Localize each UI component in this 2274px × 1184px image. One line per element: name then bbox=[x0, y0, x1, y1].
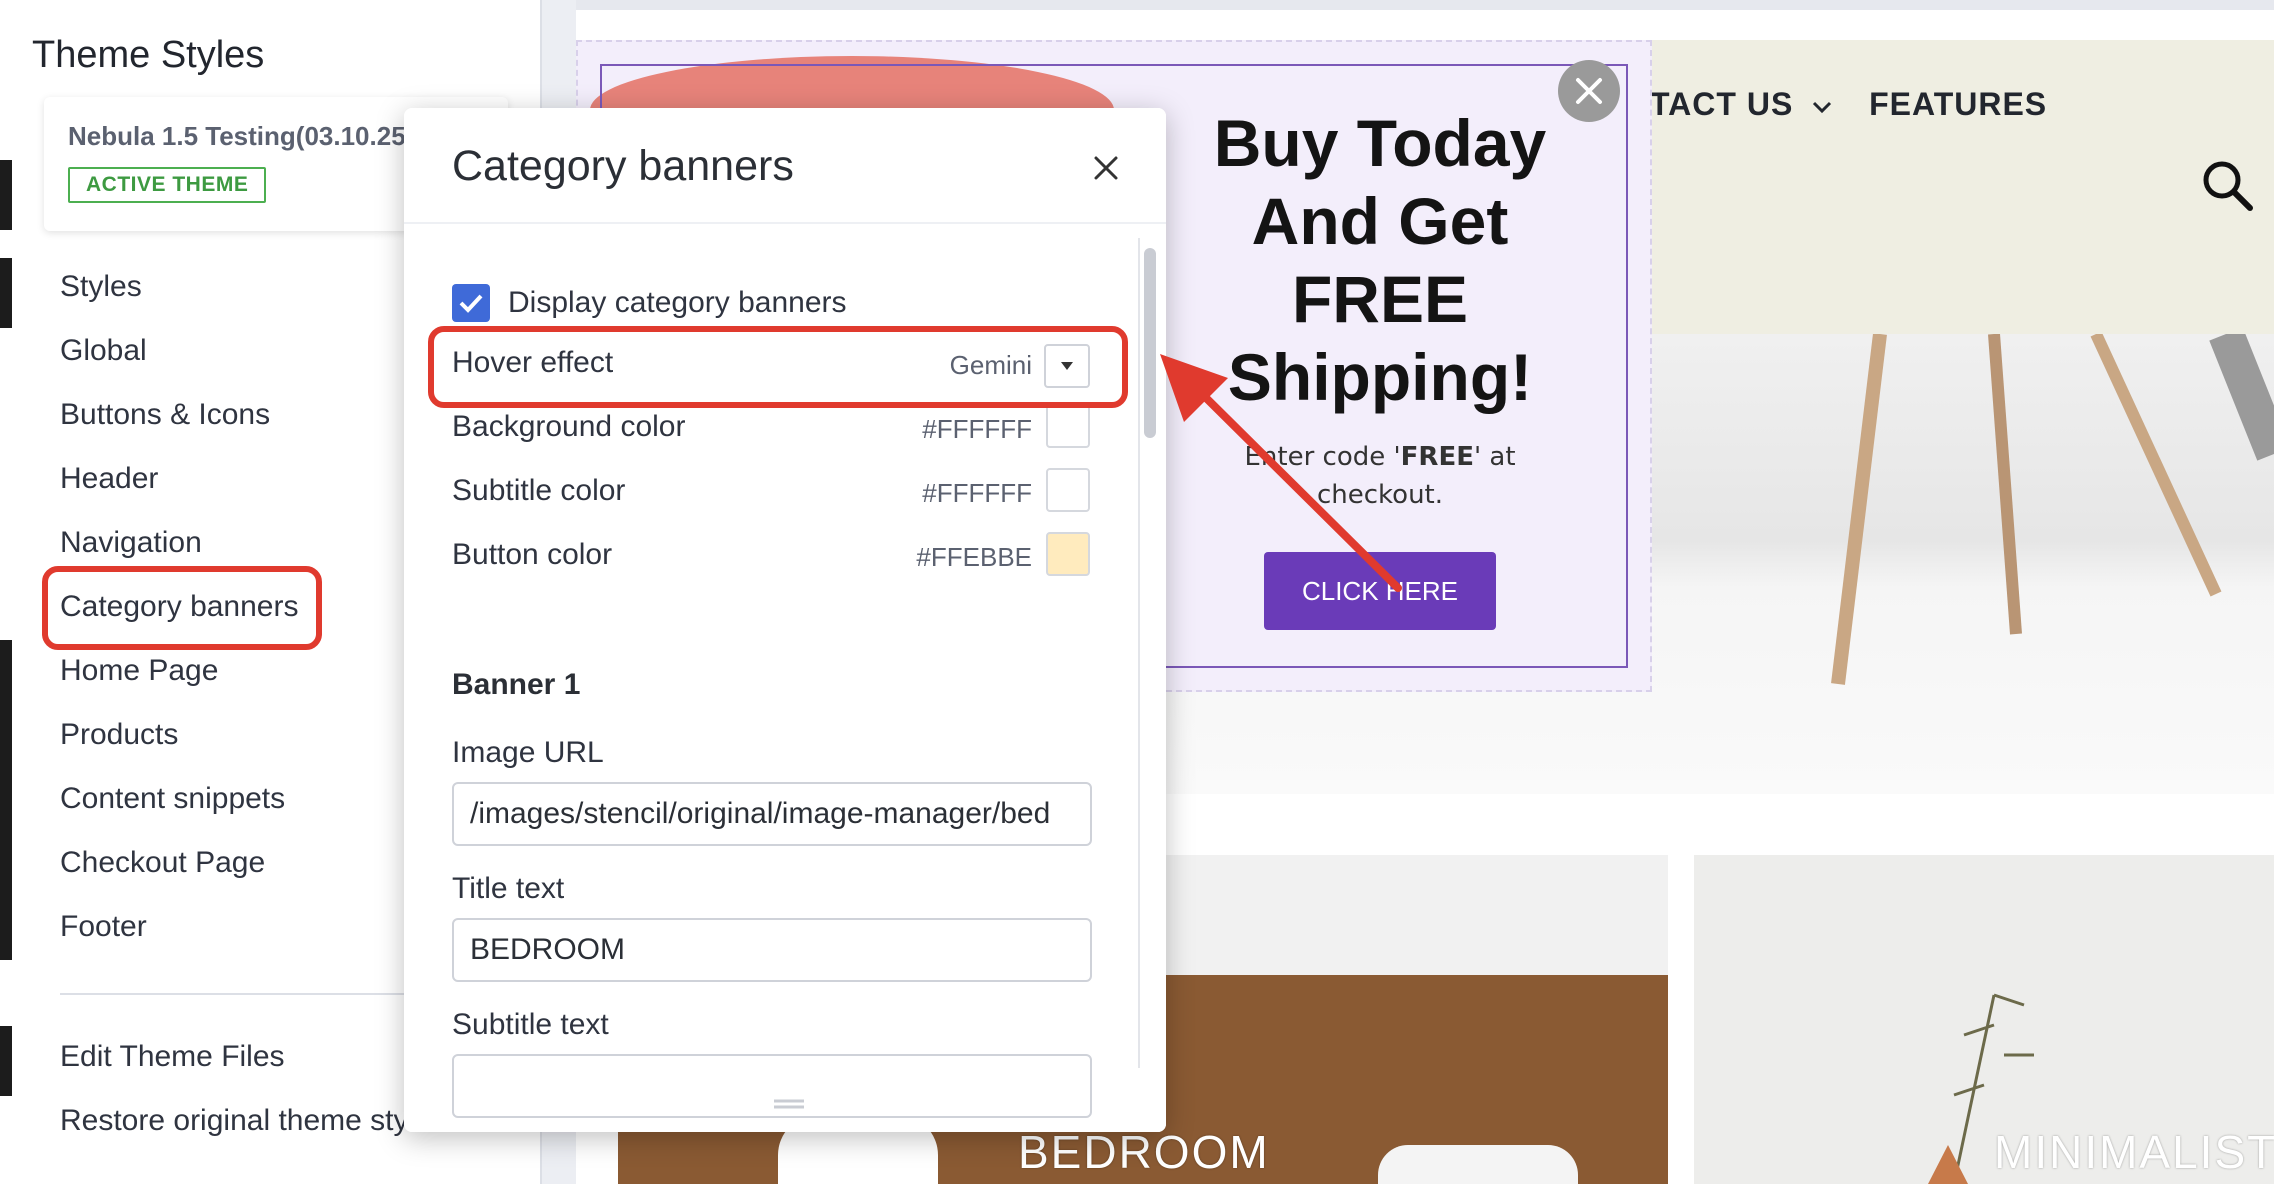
banner-title-bedroom: BEDROOM bbox=[1018, 1126, 1270, 1178]
background-color-label: Background color bbox=[452, 410, 686, 443]
popup-close-button[interactable] bbox=[1558, 60, 1620, 122]
close-icon[interactable] bbox=[1090, 152, 1122, 184]
button-color-value: #FFEBBE bbox=[916, 542, 1032, 572]
nav-contact-us[interactable]: TACT US bbox=[1650, 86, 1793, 122]
sidebar-item-products[interactable]: Products bbox=[60, 718, 178, 752]
active-theme-badge: ACTIVE THEME bbox=[68, 167, 267, 203]
background-color-value: #FFFFFF bbox=[922, 414, 1032, 444]
sidebar-item-restore-theme[interactable]: Restore original theme sty bbox=[60, 1104, 409, 1138]
sidebar-item-buttons-icons[interactable]: Buttons & Icons bbox=[60, 398, 270, 432]
pillow-image bbox=[1378, 1145, 1578, 1184]
sidebar-item-checkout-page[interactable]: Checkout Page bbox=[60, 846, 265, 880]
sidebar-item-content-snippets[interactable]: Content snippets bbox=[60, 782, 285, 816]
sidebar-item-styles[interactable]: Styles bbox=[60, 270, 142, 304]
subtitle-color-value: #FFFFFF bbox=[922, 478, 1032, 508]
sidebar-item-edit-theme-files[interactable]: Edit Theme Files bbox=[60, 1040, 285, 1074]
annotation-arrow bbox=[1160, 354, 1402, 592]
background-color-swatch[interactable] bbox=[1046, 404, 1090, 448]
modal-header: Category banners bbox=[404, 108, 1166, 222]
sidebar-item-footer[interactable]: Footer bbox=[60, 910, 147, 944]
button-color-label: Button color bbox=[452, 538, 613, 571]
subtitle-color-swatch[interactable] bbox=[1046, 468, 1090, 512]
button-color-swatch[interactable] bbox=[1046, 532, 1090, 576]
sidebar-item-home-page[interactable]: Home Page bbox=[60, 654, 218, 688]
nav-features[interactable]: FEATURES bbox=[1869, 86, 2047, 122]
sidebar-item-navigation[interactable]: Navigation bbox=[60, 526, 202, 560]
sidebar-title: Theme Styles bbox=[32, 34, 265, 76]
edge-mark bbox=[0, 160, 12, 230]
image-url-label: Image URL bbox=[452, 736, 604, 769]
display-banners-checkbox[interactable] bbox=[452, 284, 490, 322]
window-edge bbox=[0, 0, 12, 1184]
search-icon[interactable] bbox=[2200, 158, 2254, 212]
annotation-highlight-hover-effect bbox=[428, 326, 1128, 408]
subtitle-text-label: Subtitle text bbox=[452, 1008, 609, 1041]
modal-title: Category banners bbox=[452, 142, 794, 190]
edge-mark bbox=[0, 640, 12, 960]
checkmark-icon bbox=[459, 294, 483, 313]
chevron-down-icon bbox=[1813, 101, 1832, 113]
title-text-input[interactable]: BEDROOM bbox=[452, 918, 1092, 982]
store-nav: TACT US FEATURES bbox=[1650, 86, 2047, 123]
edge-mark bbox=[0, 1026, 12, 1096]
category-banners-modal: Category banners Display category banner… bbox=[404, 108, 1166, 1132]
category-banner-minimalist[interactable]: MINIMALISTI bbox=[1694, 855, 2274, 1184]
theme-name: Nebula 1.5 Testing(03.10.25) bbox=[68, 121, 415, 151]
banner-1-section-title: Banner 1 bbox=[452, 668, 581, 701]
grip-icon[interactable] bbox=[772, 1098, 806, 1110]
sidebar-item-global[interactable]: Global bbox=[60, 334, 147, 368]
image-url-input[interactable]: /images/stencil/original/image-manager/b… bbox=[452, 782, 1092, 846]
banner-title-minimalist: MINIMALISTI bbox=[1994, 1126, 2274, 1178]
sidebar-item-header[interactable]: Header bbox=[60, 462, 158, 496]
display-banners-label: Display category banners bbox=[508, 286, 847, 319]
edge-mark bbox=[0, 258, 12, 328]
close-icon bbox=[1576, 78, 1602, 104]
title-text-label: Title text bbox=[452, 872, 565, 905]
annotation-highlight-category-banners bbox=[42, 566, 322, 650]
subtitle-color-label: Subtitle color bbox=[452, 474, 626, 507]
